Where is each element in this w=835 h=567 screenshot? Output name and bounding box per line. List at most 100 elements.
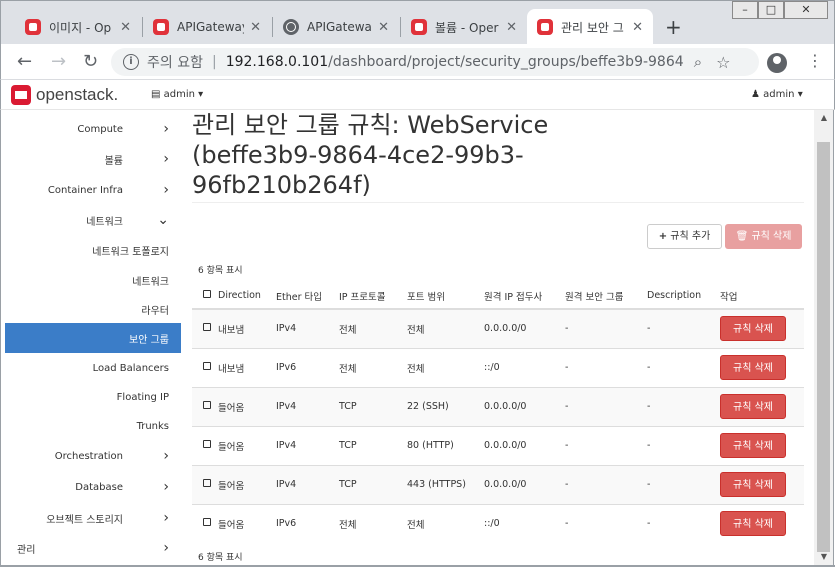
security-status: 주의 요함 bbox=[147, 55, 203, 71]
sidebar-item-container-infra[interactable]: Container Infra › bbox=[5, 175, 181, 205]
close-icon[interactable]: ✕ bbox=[632, 20, 643, 35]
column-header[interactable]: Ether 타입 bbox=[276, 283, 339, 310]
openstack-favicon-icon bbox=[537, 19, 553, 35]
table-row: 들어옴 IPv4 TCP 22 (SSH) 0.0.0.0/0 - - 규칙 삭… bbox=[192, 386, 804, 426]
row-checkbox[interactable] bbox=[203, 440, 211, 448]
delete-rule-button[interactable]: 규칙 삭제 bbox=[720, 355, 786, 380]
row-checkbox[interactable] bbox=[203, 401, 211, 409]
column-header[interactable]: Direction bbox=[218, 283, 276, 310]
browser-tab[interactable]: APIGateway ✕ bbox=[273, 9, 399, 45]
close-icon[interactable]: ✕ bbox=[120, 20, 131, 35]
sidebar-item-object-storage[interactable]: 오브젝트 스토리지 › bbox=[5, 503, 181, 533]
delete-rule-button[interactable]: 규칙 삭제 bbox=[720, 511, 786, 537]
main-content: 관리 보안 그룹 규칙: WebService (beffe3b9-9864-4… bbox=[182, 110, 814, 567]
browser-tab[interactable]: 볼륨 - Oper ✕ bbox=[401, 9, 527, 45]
project-icon: ▤ bbox=[151, 89, 161, 100]
sidebar-item-load-balancers[interactable]: Load Balancers bbox=[5, 353, 181, 383]
delete-rules-button[interactable]: 🗑 규칙 삭제 bbox=[725, 224, 802, 249]
table-row: 들어옴 IPv6 전체 전체 ::/0 - - 규칙 삭제 bbox=[192, 503, 804, 543]
info-icon[interactable]: i bbox=[123, 54, 139, 70]
address-toolbar: ← → ↻ i 주의 요함 | 192.168.0.101/dashboard/… bbox=[0, 44, 835, 80]
sidebar-item-compute[interactable]: Compute › bbox=[5, 114, 181, 144]
sidebar-item-network[interactable]: 네트워크 ⌄ bbox=[5, 205, 181, 235]
minimize-button[interactable]: – bbox=[732, 1, 758, 19]
table-row: 내보냄 IPv4 전체 전체 0.0.0.0/0 - - 규칙 삭제 bbox=[192, 308, 804, 348]
table-row: 들어옴 IPv4 TCP 443 (HTTPS) 0.0.0.0/0 - - 규… bbox=[192, 464, 804, 504]
openstack-favicon-icon bbox=[25, 19, 41, 35]
forward-button[interactable]: → bbox=[51, 51, 66, 72]
row-checkbox[interactable] bbox=[203, 479, 211, 487]
scroll-up-icon[interactable]: ▲ bbox=[814, 110, 834, 126]
column-header[interactable]: Description bbox=[647, 283, 720, 310]
page-title: 관리 보안 그룹 규칙: WebService (beffe3b9-9864-4… bbox=[192, 111, 549, 199]
new-tab-button[interactable]: + bbox=[665, 15, 682, 39]
user-icon: ♟ bbox=[751, 89, 760, 100]
window-controls: – □ ✕ bbox=[732, 1, 828, 19]
select-all-checkbox[interactable] bbox=[203, 290, 211, 298]
table-row: 내보냄 IPv6 전체 전체 ::/0 - - 규칙 삭제 bbox=[192, 347, 804, 387]
user-menu[interactable]: ♟ admin ▾ bbox=[751, 89, 803, 100]
delete-rule-button[interactable]: 규칙 삭제 bbox=[720, 472, 786, 497]
browser-tab-active[interactable]: 관리 보안 그 ✕ bbox=[527, 9, 653, 45]
vertical-scrollbar[interactable]: ▲ ▼ bbox=[814, 110, 834, 567]
sidebar-item-volumes[interactable]: 볼륨 › bbox=[5, 144, 181, 174]
trash-icon: 🗑 bbox=[735, 231, 749, 242]
column-header[interactable]: 원격 IP 접두사 bbox=[484, 283, 565, 310]
scroll-thumb[interactable] bbox=[817, 142, 830, 552]
add-rule-button[interactable]: + 규칙 추가 bbox=[647, 224, 722, 249]
delete-rule-button[interactable]: 규칙 삭제 bbox=[720, 316, 786, 342]
item-count-top: 6 항목 표시 bbox=[198, 266, 243, 276]
close-icon[interactable]: ✕ bbox=[506, 20, 517, 35]
row-checkbox[interactable] bbox=[203, 323, 211, 332]
table-row: 들어옴 IPv4 TCP 80 (HTTP) 0.0.0.0/0 - - 규칙 … bbox=[192, 425, 804, 465]
close-icon[interactable]: ✕ bbox=[378, 20, 389, 35]
sidebar-item-network-topology[interactable]: 네트워크 토폴로지 bbox=[5, 235, 181, 265]
openstack-favicon-icon bbox=[153, 19, 169, 35]
column-header: 작업 bbox=[720, 283, 804, 310]
account-icon[interactable] bbox=[767, 53, 787, 73]
scroll-down-icon[interactable]: ▼ bbox=[814, 549, 834, 565]
column-header[interactable]: IP 프로토콜 bbox=[339, 283, 407, 310]
bookmark-star-icon[interactable]: ☆ bbox=[716, 53, 730, 72]
reload-button[interactable]: ↻ bbox=[83, 51, 98, 72]
chevron-right-icon: › bbox=[163, 448, 169, 464]
maximize-button[interactable]: □ bbox=[758, 1, 784, 19]
url-bar[interactable]: i 주의 요함 | 192.168.0.101/dashboard/projec… bbox=[111, 48, 759, 76]
browser-tab[interactable]: APIGateway ✕ bbox=[143, 9, 271, 45]
globe-icon bbox=[283, 19, 299, 35]
chevron-right-icon: › bbox=[163, 121, 169, 137]
openstack-logo[interactable]: openstack. bbox=[11, 85, 118, 105]
chevron-right-icon: › bbox=[163, 151, 169, 167]
table-header-row: Direction Ether 타입 IP 프로토콜 포트 범위 원격 IP 접… bbox=[192, 283, 804, 310]
window-close-button[interactable]: ✕ bbox=[784, 1, 828, 19]
column-header[interactable]: 포트 범위 bbox=[407, 283, 484, 310]
security-rules-table: Direction Ether 타입 IP 프로토콜 포트 범위 원격 IP 접… bbox=[192, 283, 804, 543]
caret-down-icon: ▾ bbox=[797, 89, 803, 100]
caret-down-icon: ▾ bbox=[198, 89, 204, 100]
chevron-right-icon: › bbox=[163, 182, 169, 198]
delete-rule-button[interactable]: 규칙 삭제 bbox=[720, 394, 786, 419]
sidebar-item-orchestration[interactable]: Orchestration › bbox=[5, 441, 181, 471]
sidebar-item-admin[interactable]: 관리 › bbox=[5, 533, 181, 563]
browser-menu-icon[interactable]: ⋮ bbox=[807, 51, 823, 70]
openstack-logo-icon bbox=[11, 85, 31, 105]
delete-rule-button[interactable]: 규칙 삭제 bbox=[720, 433, 786, 458]
sidebar-item-floating-ip[interactable]: Floating IP bbox=[5, 382, 181, 412]
column-header[interactable]: 원격 보안 그룹 bbox=[565, 283, 647, 310]
sidebar-item-networks[interactable]: 네트워크 bbox=[5, 265, 181, 295]
row-checkbox[interactable] bbox=[203, 518, 211, 527]
sidebar-item-database[interactable]: Database › bbox=[5, 472, 181, 502]
openstack-favicon-icon bbox=[411, 19, 427, 35]
project-selector[interactable]: ▤ admin ▾ bbox=[151, 89, 203, 100]
close-icon[interactable]: ✕ bbox=[250, 20, 261, 35]
browser-tab[interactable]: 이미지 - Op ✕ bbox=[15, 9, 141, 45]
sidebar-item-security-groups[interactable]: 보안 그룹 bbox=[5, 323, 181, 353]
row-checkbox[interactable] bbox=[203, 362, 211, 370]
url-text[interactable]: 192.168.0.101/dashboard/project/security… bbox=[226, 54, 684, 70]
sidebar-item-trunks[interactable]: Trunks bbox=[5, 411, 181, 441]
zoom-icon[interactable]: ⌕ bbox=[694, 53, 702, 71]
sidebar-item-routers[interactable]: 라우터 bbox=[5, 294, 181, 324]
back-button[interactable]: ← bbox=[17, 51, 32, 72]
item-count-bottom: 6 항목 표시 bbox=[198, 553, 243, 563]
chevron-down-icon: ⌄ bbox=[157, 212, 169, 228]
